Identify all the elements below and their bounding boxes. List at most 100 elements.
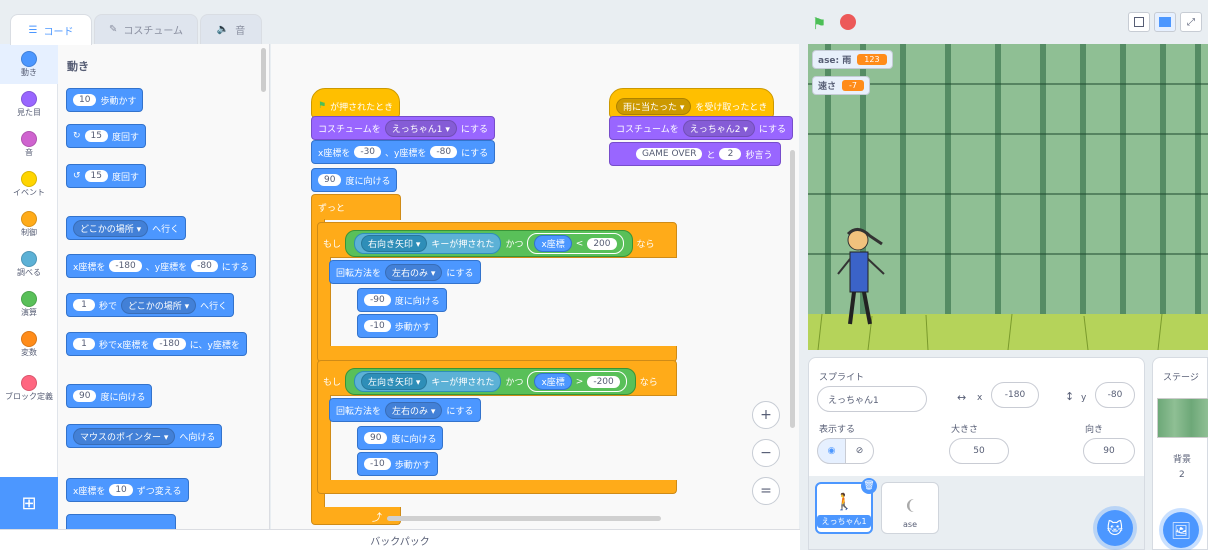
block-point-towards[interactable]: マウスのポインター ▾ へ向ける <box>66 424 223 448</box>
stage-canvas[interactable]: ase: 雨 123 速さ -7 <box>808 44 1208 350</box>
block-point-right[interactable]: -90 度に向ける <box>357 288 447 312</box>
block-point-script[interactable]: 90 度に向ける <box>311 168 398 192</box>
block-say-for-secs[interactable]: GAME OVER と 2 秒言う <box>609 142 781 166</box>
category-looks[interactable]: 見た目 <box>0 84 58 124</box>
category-variables[interactable]: 変数 <box>0 324 58 364</box>
stage-backdrop-thumb[interactable] <box>1157 398 1208 438</box>
rotation-menu-1[interactable]: 左右のみ ▾ <box>385 263 443 281</box>
palette-scrollbar[interactable] <box>261 48 266 92</box>
add-sprite-button[interactable]: 🐱 <box>1097 510 1133 546</box>
move-left-input[interactable]: -10 <box>364 458 391 470</box>
direction-field[interactable]: 90 <box>1083 438 1135 464</box>
tab-code[interactable]: ☰ コード <box>10 14 92 45</box>
category-motion[interactable]: 動き <box>0 44 58 84</box>
forever-block[interactable]: ずっと <box>311 194 401 220</box>
zoom-out-button[interactable]: − <box>752 439 780 467</box>
change-x-input[interactable]: 10 <box>109 484 133 496</box>
goto-menu[interactable]: どこかの場所 ▾ <box>73 219 149 237</box>
block-goto[interactable]: どこかの場所 ▾ へ行く <box>66 216 187 240</box>
less-than-operator[interactable]: x座標 <200 <box>527 233 624 254</box>
block-goto-xy[interactable]: x座標を -180 、y座標を -80 にする <box>66 254 256 278</box>
goto-y-input[interactable]: -80 <box>191 260 218 272</box>
block-turn-right[interactable]: ↻ 15 度回す <box>66 124 147 148</box>
block-switch-costume-1[interactable]: コスチュームを えっちゃん1 ▾ にする <box>311 116 495 140</box>
show-sprite-button[interactable]: ◉ <box>817 438 846 464</box>
compare-value-1[interactable]: 200 <box>587 237 617 250</box>
greater-than-operator[interactable]: x座標 > -200 <box>527 371 627 392</box>
message-menu[interactable]: 雨に当たった ▾ <box>616 97 692 115</box>
stop-button[interactable] <box>840 14 856 30</box>
block-point-left[interactable]: 90 度に向ける <box>357 426 444 450</box>
say-text-input[interactable]: GAME OVER <box>636 148 703 160</box>
tab-sounds[interactable]: 🔈 音 <box>200 14 262 44</box>
workspace-v-scrollbar[interactable] <box>790 150 795 428</box>
delete-sprite-icon[interactable]: 🗑 <box>861 478 877 494</box>
block-goto-xy-script[interactable]: x座標を -30 、y座標を -80 にする <box>311 140 496 164</box>
point-towards-menu[interactable]: マウスのポインター ▾ <box>73 427 176 445</box>
block-move-right[interactable]: -10 歩動かす <box>357 314 438 338</box>
key-menu-right[interactable]: 右向き矢印 ▾ <box>361 235 428 252</box>
script-workspace[interactable]: ⚑ が押されたとき コスチュームを えっちゃん1 ▾ にする x座標を -30 、y座標を… <box>271 44 799 529</box>
category-sound[interactable]: 音 <box>0 124 58 164</box>
goto-x-input[interactable]: -180 <box>109 260 142 272</box>
fullscreen-button[interactable]: ⤢ <box>1180 12 1202 32</box>
key-pressed-left[interactable]: 左向き矢印 ▾ キーが押された <box>354 371 502 392</box>
block-move-left[interactable]: -10 歩動かす <box>357 452 438 476</box>
script-y-input[interactable]: -80 <box>430 146 458 158</box>
y-field[interactable]: -80 <box>1095 382 1135 408</box>
compare-value-2[interactable]: -200 <box>587 375 620 388</box>
hat-green-flag[interactable]: ⚑ が押されたとき <box>311 88 401 118</box>
green-flag-button[interactable]: ⚑ <box>812 14 826 33</box>
say-secs-input[interactable]: 2 <box>719 148 742 160</box>
rotation-menu-2[interactable]: 左右のみ ▾ <box>385 401 443 419</box>
x-position-reporter-1[interactable]: x座標 <box>534 235 572 252</box>
sprite-name-field[interactable]: えっちゃん1 <box>817 386 927 412</box>
block-rotation-style-2[interactable]: 回転方法を 左右のみ ▾ にする <box>329 398 481 422</box>
turn-left-input[interactable]: 15 <box>84 170 108 182</box>
category-control[interactable]: 制御 <box>0 204 58 244</box>
workspace-h-scrollbar[interactable] <box>387 516 661 521</box>
script-x-input[interactable]: -30 <box>354 146 382 158</box>
block-palette[interactable]: 動き 10 歩動かす ↻ 15 度回す ↺ 15 度回す どこかの場所 ▾ へ行く x座標を… <box>58 44 270 529</box>
category-sensing[interactable]: 調べる <box>0 244 58 284</box>
costume-menu-2[interactable]: えっちゃん2 ▾ <box>682 119 755 137</box>
costume-menu-1[interactable]: えっちゃん1 ▾ <box>384 119 457 137</box>
point-left-input[interactable]: 90 <box>364 432 388 444</box>
category-events[interactable]: イベント <box>0 164 58 204</box>
category-operators[interactable]: 演算 <box>0 284 58 324</box>
glide-secs-input[interactable]: 1 <box>73 299 95 311</box>
x-position-reporter-2[interactable]: x座標 <box>534 373 572 390</box>
zoom-reset-button[interactable]: = <box>752 477 780 505</box>
sprite-thumb-1[interactable]: 🗑 🚶 えっちゃん1 <box>815 478 877 534</box>
hide-sprite-button[interactable]: ⊘ <box>845 438 874 464</box>
block-rotation-style-1[interactable]: 回転方法を 左右のみ ▾ にする <box>329 260 481 284</box>
add-backdrop-button[interactable]: 🖼 <box>1163 512 1199 548</box>
point-right-input[interactable]: -90 <box>364 294 391 306</box>
block-move-steps[interactable]: 10 歩動かす <box>66 88 144 112</box>
glide-xy-secs-input[interactable]: 1 <box>73 338 95 350</box>
block-glide[interactable]: 1 秒で どこかの場所 ▾ へ行く <box>66 293 235 317</box>
block-turn-left[interactable]: ↺ 15 度回す <box>66 164 147 188</box>
size-field[interactable]: 50 <box>949 438 1009 464</box>
stage-selector[interactable]: ステージ 背景 2 🖼 <box>1152 357 1208 550</box>
glide-xy-x-input[interactable]: -180 <box>153 338 186 350</box>
zoom-in-button[interactable]: + <box>752 401 780 429</box>
turn-right-input[interactable]: 15 <box>84 130 108 142</box>
tab-costumes[interactable]: ✎ コスチューム <box>94 14 198 44</box>
block-glide-xy[interactable]: 1 秒でx座標を -180 に、y座標を <box>66 332 247 356</box>
glide-menu[interactable]: どこかの場所 ▾ <box>121 296 197 314</box>
key-menu-left[interactable]: 左向き矢印 ▾ <box>361 373 428 390</box>
backpack-bar[interactable]: バックパック <box>0 529 800 550</box>
and-operator-2[interactable]: 左向き矢印 ▾ キーが押された かつ x座標 > -200 <box>345 368 636 395</box>
move-right-input[interactable]: -10 <box>364 320 391 332</box>
point-dir-input[interactable]: 90 <box>73 390 97 402</box>
category-my-blocks[interactable]: ブロック定義 <box>0 364 58 412</box>
hat-when-receive[interactable]: 雨に当たった ▾ を受け取ったとき <box>609 88 775 118</box>
sprite-thumb-2[interactable]: ❨ ase <box>881 482 939 534</box>
block-change-x[interactable]: x座標を 10 ずつ変える <box>66 478 189 502</box>
move-steps-input[interactable]: 10 <box>73 94 97 106</box>
x-field[interactable]: -180 <box>991 382 1039 408</box>
script-point-input[interactable]: 90 <box>318 174 342 186</box>
add-extension-button[interactable]: ⊞ <box>0 477 58 529</box>
large-stage-button[interactable] <box>1154 12 1176 32</box>
